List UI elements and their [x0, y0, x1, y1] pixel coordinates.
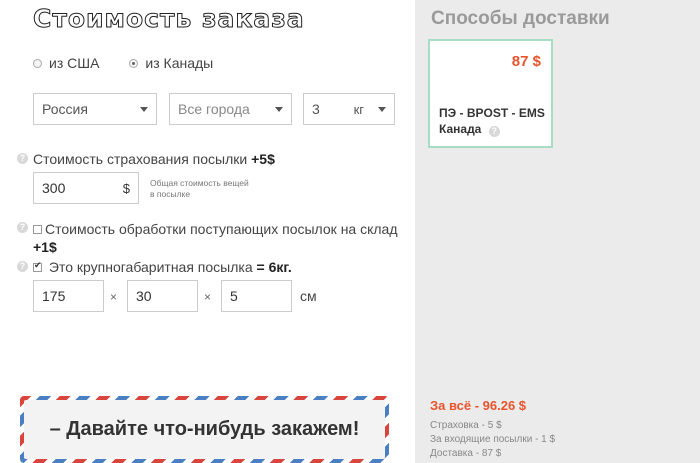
origin-usa-radio[interactable]: из США	[33, 55, 99, 71]
dimension-unit: см	[300, 288, 317, 304]
country-value: Россия	[42, 101, 88, 117]
help-icon[interactable]: ?	[488, 126, 500, 137]
insurance-hint: Общая стоимость вещей в посылке	[150, 178, 249, 199]
chevron-down-icon	[275, 106, 283, 112]
breakdown-incoming: За входящие посылки - 1 $	[430, 434, 556, 445]
origin-canada-label: из Канады	[145, 55, 214, 71]
multiply-sign: ×	[110, 290, 118, 304]
width-value: 30	[136, 288, 152, 304]
origin-canada-radio[interactable]: из Канады	[129, 55, 213, 71]
delivery-title: Способы доставки	[431, 8, 610, 29]
weight-unit: кг	[353, 101, 364, 117]
multiply-sign: ×	[204, 290, 212, 304]
weight-select[interactable]: 3 кг	[303, 93, 395, 125]
oversize-extra: = 6кг.	[256, 259, 292, 275]
insurance-label: Стоимость страхования посылки	[33, 151, 248, 167]
radio-selected-icon	[129, 58, 139, 68]
country-select[interactable]: Россия	[33, 93, 157, 125]
help-icon[interactable]: ?	[17, 153, 28, 164]
processing-extra: +1$	[33, 239, 57, 255]
order-submit-label: – Давайте что-нибудь закажем!	[24, 400, 385, 459]
delivery-method-name: ПЭ - BPOST - EMS Канада ?	[439, 105, 549, 137]
length-value: 175	[42, 288, 66, 304]
breakdown-insurance: Страховка - 5 $	[430, 420, 502, 431]
order-panel: Стоимость заказа из США из Канады Россия…	[0, 0, 415, 463]
length-input[interactable]: 175	[33, 280, 104, 312]
city-value: Все города	[178, 101, 250, 117]
chevron-down-icon	[140, 106, 148, 112]
order-submit-button[interactable]: – Давайте что-нибудь закажем!	[20, 396, 389, 463]
help-icon[interactable]: ?	[17, 261, 28, 272]
width-input[interactable]: 30	[127, 280, 198, 312]
insurance-label-line: Стоимость страхования посылки +5$	[33, 151, 275, 167]
delivery-method-card[interactable]: 87 $ ПЭ - BPOST - EMS Канада ?	[428, 39, 553, 148]
insurance-value-input[interactable]: 300 $	[33, 172, 139, 204]
oversize-label: Это крупногабаритная посылка	[48, 259, 253, 275]
oversize-label-line: Это крупногабаритная посылка = 6кг.	[33, 259, 292, 275]
origin-radio-group: из США из Канады	[33, 55, 243, 71]
help-icon[interactable]: ?	[17, 222, 28, 233]
weight-value: 3	[312, 101, 320, 117]
oversize-checkbox[interactable]	[33, 260, 42, 272]
processing-checkbox[interactable]	[33, 224, 42, 234]
currency-suffix: $	[122, 180, 130, 196]
total-price: За всё - 96.26 $	[430, 398, 527, 413]
processing-label: Стоимость обработки поступающих посылок …	[45, 221, 398, 237]
insurance-value: 300	[42, 180, 66, 196]
order-title: Стоимость заказа	[33, 4, 305, 34]
radio-icon	[33, 58, 42, 68]
city-select[interactable]: Все города	[169, 93, 292, 125]
processing-label-line: Стоимость обработки поступающих посылок …	[33, 220, 413, 256]
breakdown-delivery: Доставка - 87 $	[430, 448, 502, 459]
insurance-extra: +5$	[251, 151, 275, 167]
delivery-price: 87 $	[511, 53, 541, 70]
height-value: 5	[230, 288, 238, 304]
height-input[interactable]: 5	[221, 280, 292, 312]
delivery-panel: Способы доставки 87 $ ПЭ - BPOST - EMS К…	[415, 0, 700, 463]
chevron-down-icon	[378, 106, 386, 112]
origin-usa-label: из США	[49, 55, 100, 71]
